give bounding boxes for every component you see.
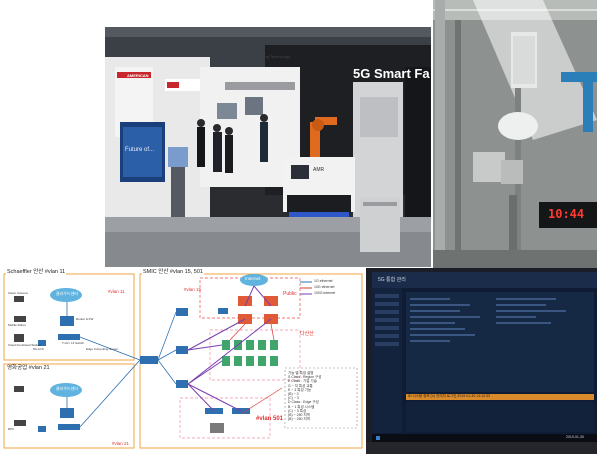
clock-display: 10:44 [548, 207, 585, 221]
device-5g-acs: 5G ACS [33, 347, 44, 351]
vlan11-label: #vlan 11 [108, 289, 125, 294]
vlan501-label: #vlan 501 [256, 416, 284, 422]
antenna-photo: 10:44 [433, 0, 597, 268]
cloud-label-2: 클라우드센터 [56, 386, 79, 391]
booth-banner: 5G Smart Fa [353, 66, 430, 81]
note-line: (B) ~ 250 지역 [288, 417, 310, 422]
robot-label: AMR [313, 167, 325, 173]
device-cloud-station: Cloud Functional Station [8, 343, 41, 347]
device-l3-switch: T-LR / L3 Switch [62, 341, 85, 345]
device-rpc: RPC [8, 427, 15, 431]
device-mobile-robot: Mobile Robot [8, 323, 26, 327]
internet-label: Internet [245, 276, 261, 281]
device-router-fw: Router & FW [76, 317, 94, 321]
zone-smic-title: SMIC 안산 #vlan 15, 501 [142, 269, 204, 276]
private-label: 다산산 [300, 331, 314, 337]
zone-schaeffler-title: Schaeffler 안산 #vlan 11 [6, 269, 67, 276]
vlan21-label: #vlan 21 [112, 441, 130, 446]
zone-yeongwon-title: 영화공업 #vlan 21 [6, 365, 51, 372]
booth-header-strip: 5G Manufacturing Technology [237, 54, 291, 59]
monitor-app-title: 5G 통합 관리 [378, 277, 406, 283]
booth-screen-text: Future of... [125, 147, 155, 153]
legend-1g: 1G ethernet [314, 279, 333, 283]
vlan15-label: #vlan 15 [184, 287, 202, 292]
monitor-photo: 5G 통합 관리 ID 시스템 정보 (V) 관리자 로그인 2019-01-3… [366, 268, 597, 454]
public-label: Public [283, 291, 297, 297]
legend-10g: 10G ethernet [314, 285, 335, 289]
network-diagram: Schaeffler 안산 #vlan 11 SMIC 안산 #vlan 15,… [0, 268, 366, 454]
monitor-taskbar-date: 2019-01-30 [566, 435, 584, 439]
device-edge-server: Edge Computing Server [86, 347, 119, 351]
monitor-status-bar: ID 시스템 정보 (V) 관리자 로그인 2019-01-30 14:12:3… [408, 394, 490, 398]
booth-photo: 5G Smart Fa 5G Manufacturing Technology … [105, 27, 431, 267]
device-vision-camera: Vision Camera [8, 291, 28, 295]
cloud-label-1: 클라우드센터 [56, 291, 79, 296]
diagram-notes: 기능 별 특징 설명 S Class : Region 구성 E Class :… [288, 371, 356, 421]
booth-logo: AMERICAN [127, 73, 149, 78]
legend-100g: 100G internet [314, 291, 336, 295]
